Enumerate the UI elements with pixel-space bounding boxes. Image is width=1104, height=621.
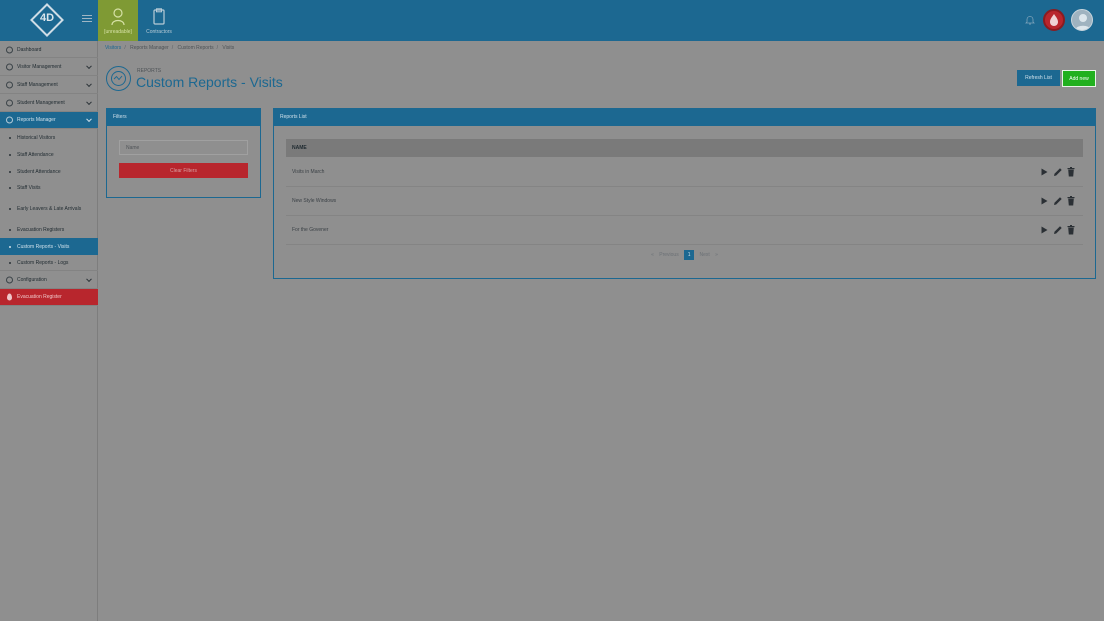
fire-alert-button[interactable]	[1043, 9, 1065, 31]
sidebar-subitem-custom-reports-logs[interactable]: Custom Reports - Logs	[0, 256, 98, 271]
user-avatar-icon	[1075, 14, 1091, 30]
sidebar-item-reports-manager[interactable]: Reports Manager	[0, 112, 98, 129]
bell-icon[interactable]	[1025, 15, 1035, 25]
page-title: Custom Reports - Visits	[136, 74, 283, 90]
sidebar-item-visitor-management[interactable]: Visitor Management	[0, 59, 98, 76]
sidebar-item-student-management[interactable]: Student Management	[0, 95, 98, 112]
sidebar-item-staff-management[interactable]: Staff Management	[0, 77, 98, 94]
sidebar-subitem-label: Staff Visits	[17, 184, 41, 191]
chevron-down-icon	[86, 81, 92, 88]
name-filter-input[interactable]	[119, 140, 248, 155]
sidebar-subitem-staff-attendance[interactable]: Staff Attendance	[0, 147, 98, 162]
chevron-down-icon	[86, 276, 92, 283]
sidebar-item-label: Dashboard	[17, 46, 42, 53]
table-row[interactable]: For the Govener	[286, 216, 1083, 245]
reports-list-title: Reports List	[274, 109, 1095, 126]
sidebar-subitem-label: Early Leavers & Late Arrivals	[17, 206, 82, 212]
sidebar-subitem-label: Custom Reports - Visits	[17, 243, 70, 250]
sidebar-item-label: Reports Manager	[17, 117, 56, 123]
sidebar-subitem-label: Historical Visitors	[17, 134, 56, 141]
report-name: For the Govener	[292, 227, 329, 233]
sidebar-item-dashboard[interactable]: Dashboard	[0, 42, 98, 58]
breadcrumb: Visitors / Reports Manager / Custom Report…	[105, 45, 235, 51]
sidebar-subitem-label: Custom Reports - Logs	[17, 260, 69, 266]
edit-icon[interactable]	[1053, 196, 1063, 206]
pagination-prev[interactable]: Previous	[659, 252, 678, 258]
sidebar-subitem-custom-reports-visits[interactable]: Custom Reports - Visits	[0, 238, 98, 255]
sidebar-item-label: Student Management	[17, 100, 65, 106]
sidebar-item-label: Configuration	[17, 277, 47, 283]
user-avatar[interactable]	[1071, 9, 1093, 31]
row-actions	[1038, 167, 1075, 177]
reports-list-panel: Reports List NAME Visits in March New St…	[273, 108, 1096, 279]
play-icon[interactable]	[1041, 226, 1048, 234]
row-actions	[1038, 225, 1075, 235]
sidebar-item-label: Evacuation Register	[17, 294, 62, 300]
delete-icon[interactable]	[1067, 196, 1075, 206]
sidebar-subitem-historical-visitors[interactable]: Historical Visitors	[0, 130, 98, 145]
report-name: New Style Windows	[292, 198, 337, 204]
chevron-down-icon	[86, 99, 92, 106]
staff-icon	[6, 81, 13, 89]
filters-panel-title: Filters	[107, 109, 260, 126]
sidebar-subitem-label: Evacuation Registers	[17, 226, 65, 233]
table-header-name[interactable]: NAME	[286, 139, 1083, 157]
sidebar-subitem-early-leavers[interactable]: Early Leavers & Late Arrivals	[0, 198, 98, 220]
edit-icon[interactable]	[1053, 167, 1063, 177]
breadcrumb-item[interactable]: Custom Reports	[178, 45, 214, 51]
add-new-button[interactable]: Add new	[1062, 70, 1096, 87]
report-name: Visits in March	[292, 169, 325, 175]
edit-icon[interactable]	[1053, 225, 1063, 235]
top-header: 4D [unreadable] Contractors	[0, 0, 1104, 41]
play-icon[interactable]	[1041, 168, 1048, 176]
fire-icon	[7, 293, 12, 301]
pagination-next-arrow[interactable]: »	[715, 252, 718, 258]
pagination: « Previous 1 Next »	[274, 250, 1095, 260]
sidebar-subitem-evacuation-registers[interactable]: Evacuation Registers	[0, 222, 98, 237]
fire-alert-icon	[1050, 14, 1058, 26]
table-row[interactable]: New Style Windows	[286, 187, 1083, 216]
sidebar-subitem-student-attendance[interactable]: Student Attendance	[0, 164, 98, 179]
student-icon	[6, 99, 13, 107]
chevron-down-icon	[86, 63, 92, 70]
play-icon[interactable]	[1041, 197, 1048, 205]
filters-panel: Filters Clear Filters	[106, 108, 261, 198]
visitor-icon	[6, 63, 13, 71]
sidebar-subitem-label: Student Attendance	[17, 168, 61, 175]
sidebar-item-label: Visitor Management	[17, 64, 62, 70]
sidebar-item-label: Staff Management	[17, 82, 58, 88]
pagination-current-page[interactable]: 1	[684, 250, 695, 260]
breadcrumb-item[interactable]: Reports Manager	[130, 45, 169, 51]
sidebar: Dashboard Visitor Management Staff Manag…	[0, 41, 98, 621]
pagination-next[interactable]: Next	[699, 252, 709, 258]
sidebar-item-configuration[interactable]: Configuration	[0, 272, 98, 289]
sidebar-subitem-staff-visits[interactable]: Staff Visits	[0, 180, 98, 195]
pagination-prev-arrow[interactable]: «	[651, 252, 654, 258]
header-right	[0, 0, 1104, 41]
reports-page-icon	[106, 66, 131, 91]
breadcrumb-item[interactable]: Visitors	[105, 45, 121, 51]
sidebar-subitem-label: Staff Attendance	[17, 151, 54, 158]
reports-icon	[6, 116, 13, 124]
delete-icon[interactable]	[1067, 167, 1075, 177]
sidebar-item-evacuation-register[interactable]: Evacuation Register	[0, 289, 98, 306]
chevron-down-icon	[86, 116, 92, 123]
row-actions	[1038, 196, 1075, 206]
dashboard-icon	[6, 46, 13, 53]
breadcrumb-item: Visits	[222, 45, 235, 51]
gear-icon	[6, 276, 13, 284]
clear-filters-button[interactable]: Clear Filters	[119, 163, 248, 178]
table-row[interactable]: Visits in March	[286, 158, 1083, 187]
refresh-list-button[interactable]: Refresh List	[1017, 70, 1060, 86]
delete-icon[interactable]	[1067, 225, 1075, 235]
